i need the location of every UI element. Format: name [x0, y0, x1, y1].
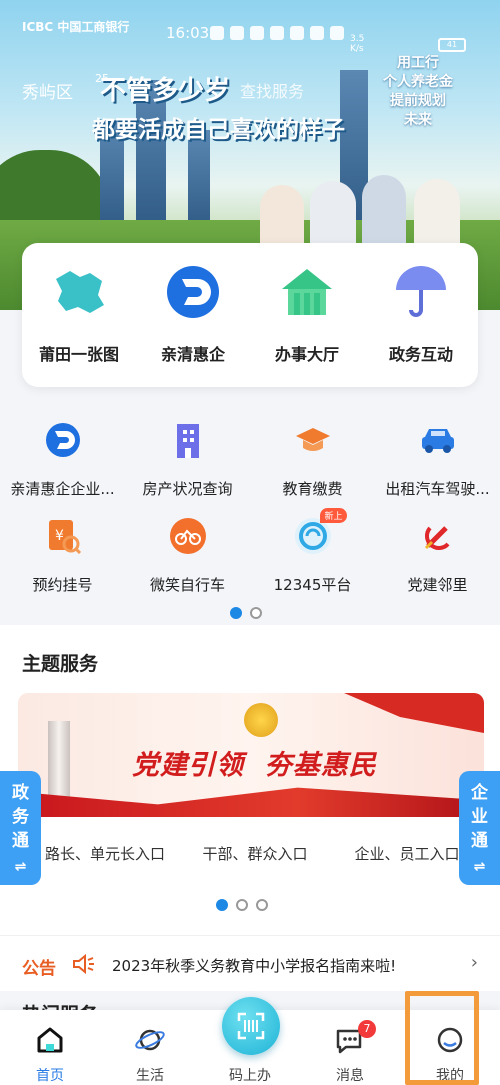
scan-icon — [237, 1012, 265, 1040]
nav-messages[interactable]: 7 消息 — [300, 1010, 400, 1085]
car-icon — [418, 420, 458, 460]
service-grid-row: 亲清惠企企业... 房产状况查询 教育缴费 出租汽车驾驶... — [0, 420, 500, 516]
party-emblem-icon — [244, 703, 278, 737]
nav-life[interactable]: 生活 — [100, 1010, 200, 1085]
planet-icon — [134, 1024, 166, 1055]
service-putian-map[interactable]: 莆田一张图 — [22, 243, 136, 387]
hall-building-icon — [278, 263, 336, 321]
registration-icon: ¥ — [43, 516, 83, 556]
enterprise-pass-side-tab[interactable]: 企 业 通 ⇌ — [459, 771, 500, 885]
graduation-cap-icon — [293, 420, 333, 460]
status-bar: ICBC 中国工商银行 16:03 3.5 K/s 41 — [0, 14, 500, 54]
page-dot[interactable] — [256, 899, 268, 911]
entry-enterprise-employee[interactable]: 企业、员工入口 — [320, 843, 470, 864]
service-grid-row: ¥ 预约挂号 微笑自行车 新上 12345平台 党建邻里 — [0, 508, 500, 612]
notification-icons — [210, 26, 344, 40]
service-qinqing-enterprise[interactable]: 亲清惠企企业... — [0, 420, 125, 516]
gov-pass-side-tab[interactable]: 政 务 通 ⇌ — [0, 771, 41, 885]
mute-icon — [310, 26, 324, 40]
service-qinqing[interactable]: 亲清惠企 — [136, 243, 250, 387]
chevron-right-icon: › — [470, 952, 478, 973]
service-interaction[interactable]: 政务互动 — [364, 243, 478, 387]
clock: 16:03 — [166, 24, 210, 42]
new-badge: 新上 — [320, 508, 347, 523]
unread-badge: 7 — [358, 1020, 376, 1038]
battery-icon: 41 — [438, 38, 466, 52]
service-appointment[interactable]: ¥ 预约挂号 — [0, 516, 125, 612]
scan-code-button[interactable] — [222, 997, 280, 1055]
entry-cadre-public[interactable]: 干部、群众入口 — [170, 843, 320, 864]
net-speed: 3.5 K/s — [350, 34, 365, 54]
svg-text:¥: ¥ — [55, 528, 64, 544]
home-icon — [34, 1024, 66, 1055]
grid-page-indicator — [230, 607, 262, 619]
page-dot[interactable] — [216, 899, 228, 911]
service-party-neighbor[interactable]: 党建邻里 — [375, 516, 500, 612]
banner-slogan-line2: 都要活成自己喜欢的样子 — [92, 117, 345, 143]
eye-icon — [270, 26, 284, 40]
banner-slogan-line1: 不管多少岁 — [100, 76, 231, 106]
qinqing-logo-icon — [43, 420, 83, 460]
speaker-icon — [72, 953, 96, 978]
service-property-query[interactable]: 房产状况查询 — [125, 420, 250, 516]
main-services-card: 莆田一张图 亲清惠企 办事大厅 政务互动 — [22, 243, 478, 387]
search-box[interactable]: 查找服务 — [240, 78, 304, 102]
notice-tag: 公告 — [22, 959, 56, 979]
theme-services-section: 主题服务 党建引领 夯基惠民 路长、单元长入口 干部、群众入口 企业、员工入口 — [0, 625, 500, 935]
ribbon-decoration — [344, 693, 484, 733]
service-education-fee[interactable]: 教育缴费 — [250, 420, 375, 516]
qinqing-logo-icon — [164, 263, 222, 321]
icbc-logo: ICBC 中国工商银行 — [22, 20, 130, 34]
service-12345[interactable]: 新上 12345平台 — [250, 508, 375, 612]
theme-page-indicator — [216, 899, 268, 911]
swap-arrows-icon: ⇌ — [473, 859, 486, 875]
page-dot[interactable] — [230, 607, 242, 619]
nfc-icon — [290, 26, 304, 40]
app-notification-icon — [230, 26, 244, 40]
nav-home[interactable]: 首页 — [0, 1010, 100, 1085]
service-grid: 亲清惠企企业... 房产状况查询 教育缴费 出租汽车驾驶... ¥ 预约挂号 微… — [0, 420, 500, 612]
party-building-banner[interactable]: 党建引领 夯基惠民 — [18, 693, 484, 817]
location-label[interactable]: 秀屿区 — [22, 78, 73, 103]
building-decoration — [188, 130, 210, 230]
service-hall[interactable]: 办事大厅 — [250, 243, 364, 387]
umbrella-icon — [392, 263, 450, 321]
bicycle-logo-icon — [168, 516, 208, 556]
notice-text: 2023年秋季义务教育中小学报名指南来啦! — [112, 957, 397, 975]
page-dot[interactable] — [236, 899, 248, 911]
chat-icon — [250, 26, 264, 40]
service-smile-bike[interactable]: 微笑自行车 — [125, 516, 250, 612]
service-taxi-driver[interactable]: 出租汽车驾驶... — [375, 420, 500, 516]
section-title: 主题服务 — [22, 653, 99, 675]
theme-entries: 路长、单元长入口 干部、群众入口 企业、员工入口 — [0, 843, 500, 864]
page-dot[interactable] — [250, 607, 262, 619]
alarm-icon — [330, 26, 344, 40]
notice-bar[interactable]: 公告 2023年秋季义务教育中小学报名指南来啦! › — [0, 935, 500, 991]
hotline-12345-icon: 新上 — [293, 508, 347, 556]
building-icon — [168, 420, 208, 460]
swap-arrows-icon: ⇌ — [14, 859, 27, 875]
map-icon — [50, 263, 108, 321]
banner-slogan: 党建引领 夯基惠民 — [132, 750, 377, 781]
highlight-frame — [405, 991, 479, 1085]
app-notification-icon — [210, 26, 224, 40]
pension-ad-text: 用工行 个人养老金 提前规划 未来 — [383, 55, 453, 128]
party-emblem-icon — [418, 516, 458, 556]
